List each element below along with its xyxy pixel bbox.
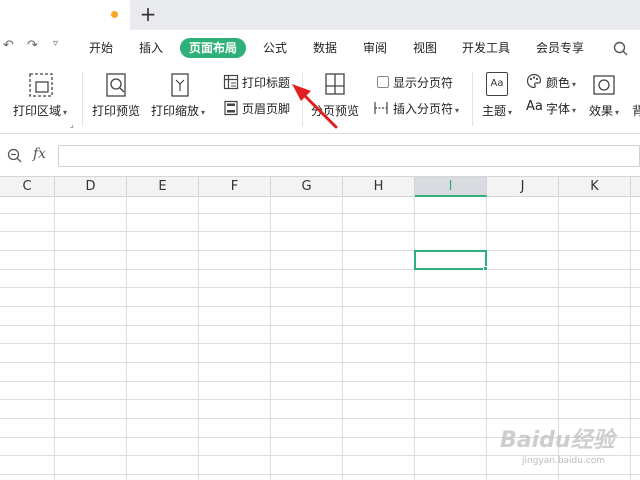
grid-line xyxy=(0,381,640,382)
search-icon[interactable] xyxy=(613,41,629,57)
header-footer-icon[interactable] xyxy=(223,100,239,116)
print-titles-button[interactable]: 打印标题 xyxy=(242,74,290,91)
tab-bar: + xyxy=(0,0,640,30)
menu-formulas[interactable]: 公式 xyxy=(263,38,287,58)
watermark-url: jingyan.baidu.com xyxy=(522,456,606,466)
grid-line xyxy=(0,287,640,288)
zoom-icon[interactable] xyxy=(7,148,23,164)
effects-button[interactable]: 效果 ▾ xyxy=(589,102,619,119)
show-page-breaks-label[interactable]: 显示分页符 xyxy=(393,74,453,91)
menu-insert[interactable]: 插入 xyxy=(139,38,163,58)
page-break-preview-icon[interactable] xyxy=(324,72,346,98)
colors-label: 颜色 xyxy=(546,76,571,90)
ribbon-separator xyxy=(472,72,473,126)
effects-icon[interactable] xyxy=(592,74,616,96)
theme-caret-icon: ▾ xyxy=(508,108,513,117)
insert-page-break-button[interactable]: 插入分页符 ▾ xyxy=(393,100,459,117)
menu-view[interactable]: 视图 xyxy=(413,38,437,58)
column-header-i[interactable]: I xyxy=(415,177,487,197)
undo-icon[interactable]: ↶ xyxy=(3,38,14,53)
page-setup-launcher-icon[interactable]: ⌟ xyxy=(70,120,74,129)
header-footer-button[interactable]: 页眉页脚 xyxy=(242,100,290,117)
menu-data[interactable]: 数据 xyxy=(313,38,337,58)
watermark-logo: Baidu经验 jingyan.baidu.com xyxy=(500,416,640,480)
grid-line xyxy=(0,231,640,232)
grid-line xyxy=(0,269,640,270)
theme-icon[interactable]: Aa xyxy=(486,72,508,96)
column-header-k[interactable]: K xyxy=(559,177,631,197)
redo-icon[interactable]: ↷ xyxy=(27,38,38,53)
print-titles-icon[interactable] xyxy=(223,74,239,90)
unsaved-dot-icon xyxy=(111,11,118,18)
spreadsheet-app: + ↶ ↷ ▿ 开始 插入 页面布局 公式 数据 审阅 视图 开发工具 会员专享… xyxy=(0,0,640,480)
print-area-label: 打印区域 xyxy=(13,104,62,118)
palette-icon[interactable] xyxy=(526,73,542,89)
show-page-breaks-checkbox[interactable] xyxy=(377,76,389,88)
page-break-preview-button[interactable]: 分页预览 xyxy=(311,102,359,119)
formula-input[interactable] xyxy=(58,145,640,167)
theme-label: 主题 xyxy=(482,104,507,118)
menu-page-layout[interactable]: 页面布局 xyxy=(180,38,247,58)
column-header-h[interactable]: H xyxy=(343,177,415,197)
column-header-j[interactable]: J xyxy=(487,177,559,197)
column-header-g[interactable]: G xyxy=(271,177,343,197)
fx-icon[interactable]: fx xyxy=(33,146,46,162)
new-tab-button[interactable]: + xyxy=(138,4,158,26)
column-headers: C D E F G H I J K xyxy=(0,176,640,197)
insert-page-break-caret-icon: ▾ xyxy=(455,106,460,115)
menu-home[interactable]: 开始 xyxy=(89,38,113,58)
theme-button[interactable]: 主题 ▾ xyxy=(482,102,512,119)
effects-caret-icon: ▾ xyxy=(615,108,620,117)
effects-label: 效果 xyxy=(589,104,614,118)
colors-caret-icon: ▾ xyxy=(572,80,577,89)
document-tab[interactable] xyxy=(0,0,130,30)
background-button-truncated[interactable]: 背 xyxy=(632,102,640,119)
print-area-icon[interactable] xyxy=(28,72,54,98)
column-header-d[interactable]: D xyxy=(55,177,127,197)
formula-bar: fx xyxy=(0,140,640,172)
fill-handle[interactable] xyxy=(483,266,488,271)
grid-line xyxy=(0,362,640,363)
ribbon: 打印区域 ▾ ⌟ 打印预览 打印缩放 ▾ 打印标题 页眉页脚 分页预览 显示分页… xyxy=(0,66,640,134)
insert-page-break-label: 插入分页符 xyxy=(393,102,454,116)
menu-developer[interactable]: 开发工具 xyxy=(462,38,510,58)
grid-line xyxy=(0,213,640,214)
grid-line xyxy=(0,250,640,251)
print-preview-icon[interactable] xyxy=(105,72,129,98)
grid-line xyxy=(0,325,640,326)
insert-page-break-icon[interactable] xyxy=(373,100,389,116)
print-scale-icon[interactable] xyxy=(170,72,192,98)
print-scale-button[interactable]: 打印缩放 ▾ xyxy=(151,102,205,119)
fonts-caret-icon: ▾ xyxy=(572,106,577,115)
menu-bar: ↶ ↷ ▿ 开始 插入 页面布局 公式 数据 审阅 视图 开发工具 会员专享 xyxy=(0,30,640,66)
ribbon-separator xyxy=(82,72,83,126)
grid-line xyxy=(0,343,640,344)
print-scale-label: 打印缩放 xyxy=(151,104,200,118)
colors-button[interactable]: 颜色 ▾ xyxy=(546,74,576,91)
print-area-button[interactable]: 打印区域 ▾ xyxy=(13,102,67,119)
fonts-icon[interactable]: Aa xyxy=(526,99,543,114)
print-area-caret-icon: ▾ xyxy=(63,108,68,117)
quick-access-dropdown-icon[interactable]: ▿ xyxy=(53,38,58,49)
column-header-c[interactable]: C xyxy=(0,177,55,197)
grid-line xyxy=(0,306,640,307)
fonts-button[interactable]: 字体 ▾ xyxy=(546,100,576,117)
active-cell[interactable] xyxy=(414,250,487,270)
print-scale-caret-icon: ▾ xyxy=(201,108,206,117)
column-header-e[interactable]: E xyxy=(127,177,199,197)
print-preview-button[interactable]: 打印预览 xyxy=(92,102,140,119)
ribbon-separator xyxy=(302,72,303,126)
column-header-f[interactable]: F xyxy=(199,177,271,197)
menu-member[interactable]: 会员专享 xyxy=(536,38,584,58)
menu-review[interactable]: 审阅 xyxy=(363,38,387,58)
fonts-label: 字体 xyxy=(546,102,571,116)
watermark-text: Baidu经验 xyxy=(500,428,615,453)
grid-line xyxy=(0,399,640,400)
